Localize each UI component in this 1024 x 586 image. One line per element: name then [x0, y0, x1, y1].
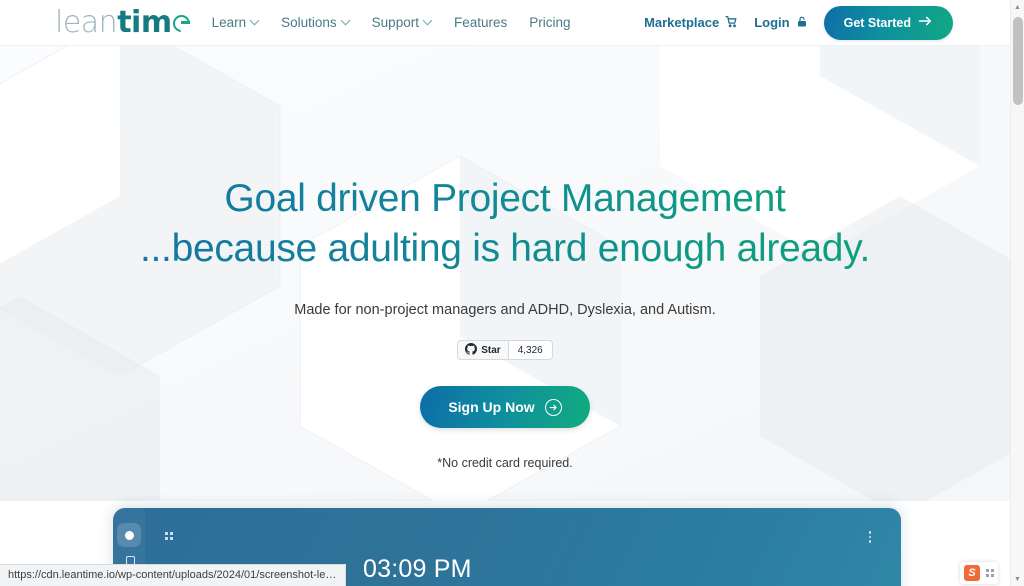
nav-item-support[interactable]: Support	[372, 15, 432, 30]
arrow-right-icon	[918, 15, 933, 30]
github-star-label: Star	[481, 344, 501, 356]
support-chat-icon: S	[964, 565, 980, 581]
scrollbar-thumb[interactable]	[1012, 17, 1023, 105]
hero-headline-line2: ...because adulting is hard enough alrea…	[0, 224, 1010, 274]
no-credit-card-note: *No credit card required.	[437, 456, 573, 470]
nav-item-features-label: Features	[453, 15, 508, 30]
site-header: lean tim Learn Solutions Support Features	[0, 0, 1010, 46]
nav-item-support-label: Support	[371, 15, 419, 30]
hero-headline-line1: Goal driven Project Management	[0, 174, 1010, 224]
get-started-label: Get Started	[843, 15, 911, 30]
github-icon	[465, 342, 478, 358]
sign-up-now-label: Sign Up Now	[448, 399, 535, 415]
scroll-down-arrow-icon[interactable]: ▼	[1011, 572, 1024, 586]
shopping-cart-icon	[725, 15, 738, 31]
dashboard-dot-icon[interactable]	[117, 523, 141, 547]
leantime-circle-mark-icon	[173, 15, 190, 32]
lock-icon	[796, 15, 808, 31]
sign-up-now-button[interactable]: Sign Up Now	[420, 386, 590, 428]
kebab-menu-icon[interactable]	[868, 531, 871, 543]
github-star-count: 4,326	[507, 341, 552, 359]
header-actions: Marketplace Login Get Started	[644, 5, 953, 40]
nav-item-features[interactable]: Features	[454, 15, 507, 30]
nav-item-learn[interactable]: Learn	[212, 15, 260, 30]
page-scrollbar[interactable]: ▲ ▼	[1010, 0, 1024, 586]
scroll-up-arrow-icon[interactable]: ▲	[1011, 0, 1024, 14]
marketplace-label: Marketplace	[644, 15, 720, 30]
logo-text-time: tim	[117, 4, 172, 40]
github-star-badge[interactable]: Star 4,326	[457, 340, 553, 360]
nav-item-learn-label: Learn	[211, 15, 247, 30]
support-chat-widget[interactable]: S	[960, 562, 998, 584]
page-content-area: lean tim Learn Solutions Support Features	[0, 0, 1010, 586]
github-star-label-group: Star	[458, 341, 507, 359]
chevron-down-icon	[424, 17, 432, 25]
nav-item-solutions-label: Solutions	[281, 15, 337, 30]
hero-subheading: Made for non-project managers and ADHD, …	[294, 302, 716, 318]
status-bar-url: https://cdn.leantime.io/wp-content/uploa…	[0, 564, 346, 586]
primary-navigation: Learn Solutions Support Features Pricing	[212, 15, 571, 30]
browser-viewport: lean tim Learn Solutions Support Features	[0, 0, 1024, 586]
nav-item-pricing-label: Pricing	[529, 15, 571, 30]
nav-item-pricing[interactable]: Pricing	[529, 15, 570, 30]
login-link[interactable]: Login	[754, 15, 807, 31]
widget-grip-icon	[986, 569, 994, 577]
hero-content: Goal driven Project Management ...becaus…	[0, 46, 1010, 470]
get-started-button[interactable]: Get Started	[823, 5, 953, 40]
login-label: Login	[754, 15, 790, 30]
leantime-logo[interactable]: lean tim	[55, 4, 190, 40]
chevron-down-icon	[251, 17, 259, 25]
app-preview-clock: 03:09 PM	[363, 555, 472, 583]
grid-menu-icon[interactable]	[165, 532, 174, 541]
hero-section: Goal driven Project Management ...becaus…	[0, 46, 1010, 501]
logo-text-lean: lean	[55, 4, 118, 40]
nav-item-solutions[interactable]: Solutions	[281, 15, 350, 30]
marketplace-link[interactable]: Marketplace	[644, 15, 738, 31]
chevron-down-icon	[342, 17, 350, 25]
circle-arrow-right-icon	[544, 398, 562, 416]
